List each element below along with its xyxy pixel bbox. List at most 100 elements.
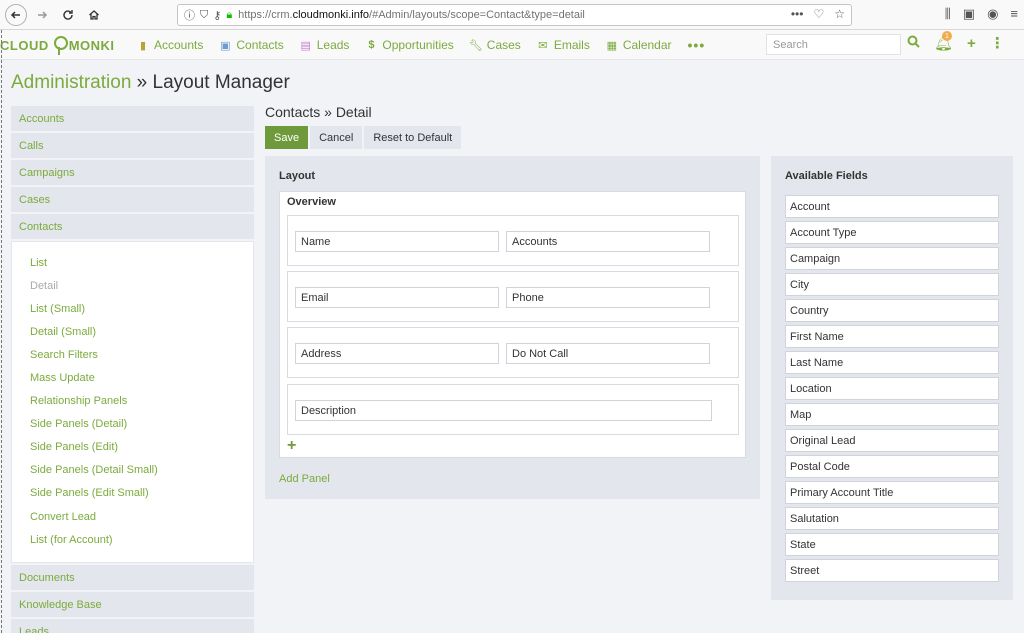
available-field[interactable]: Primary Account Title xyxy=(785,481,999,504)
layout-link-list[interactable]: List xyxy=(30,251,253,274)
contacts-layout-list: List Detail List (Small) Detail (Small) … xyxy=(11,241,254,564)
layout-field-name[interactable]: Name xyxy=(295,231,499,252)
layout-row[interactable]: Name Accounts xyxy=(287,215,739,266)
cancel-button[interactable]: Cancel xyxy=(310,126,363,149)
layout-link-side-panels-detail[interactable]: Side Panels (Detail) xyxy=(30,413,253,436)
layout-link-detail[interactable]: Detail xyxy=(30,274,253,297)
available-field[interactable]: Postal Code xyxy=(785,455,999,478)
available-fields-panel: Available Fields Account Account Type Ca… xyxy=(771,156,1013,600)
reset-to-default-button[interactable]: Reset to Default xyxy=(364,126,462,149)
pocket-icon[interactable]: ♡ xyxy=(813,7,824,21)
nav-accounts[interactable]: ▮ Accounts xyxy=(137,38,203,52)
url-text[interactable]: https://crm.cloudmonki.info/#Admin/layou… xyxy=(238,9,585,21)
layout-link-mass-update[interactable]: Mass Update xyxy=(30,366,253,389)
nav-cases[interactable]: 🔧︎ Cases xyxy=(469,38,521,52)
notification-badge: 1 xyxy=(942,31,952,41)
available-field[interactable]: Country xyxy=(785,299,999,322)
nav-leads[interactable]: ▤ Leads xyxy=(300,38,350,52)
sidebar-item-cases[interactable]: Cases xyxy=(11,187,254,212)
layout-field-email[interactable]: Email xyxy=(295,287,499,308)
available-field[interactable]: State xyxy=(785,533,999,556)
nav-contacts[interactable]: ▣ Contacts xyxy=(219,38,284,52)
nav-label: Calendar xyxy=(622,38,672,52)
reload-button[interactable] xyxy=(57,4,79,26)
layout-link-detail-small[interactable]: Detail (Small) xyxy=(30,320,253,343)
nav-opportunities[interactable]: $ Opportunities xyxy=(365,38,453,52)
layout-field-accounts[interactable]: Accounts xyxy=(506,231,710,252)
sidebar-item-documents[interactable]: Documents xyxy=(11,565,254,591)
home-icon xyxy=(89,9,99,20)
page-actions-icon[interactable]: ••• xyxy=(791,7,804,21)
search-icon[interactable] xyxy=(907,35,920,52)
add-row-plus-icon[interactable]: + xyxy=(287,438,296,454)
save-button[interactable]: Save xyxy=(265,126,309,149)
available-field[interactable]: Last Name xyxy=(785,351,999,374)
add-panel-link[interactable]: Add Panel xyxy=(279,473,330,485)
kebab-menu-icon[interactable]: ⋮ xyxy=(990,34,1005,52)
sidebar-item-leads[interactable]: Leads xyxy=(11,619,254,633)
sidebar-item-calls[interactable]: Calls xyxy=(11,133,254,158)
layout-field-phone[interactable]: Phone xyxy=(506,287,710,308)
layout-link-relationship-panels[interactable]: Relationship Panels xyxy=(30,390,253,413)
id-card-icon: ▤ xyxy=(300,39,311,52)
sidebar-item-accounts[interactable]: Accounts xyxy=(11,106,254,131)
nav-emails[interactable]: ✉ Emails xyxy=(537,38,590,52)
available-field[interactable]: Location xyxy=(785,377,999,400)
sidebar-item-contacts[interactable]: Contacts xyxy=(11,214,254,239)
layout-link-list-for-account[interactable]: List (for Account) xyxy=(30,528,253,551)
layout-field-address[interactable]: Address xyxy=(295,343,499,364)
nav-calendar[interactable]: ▦ Calendar xyxy=(606,38,672,52)
back-button[interactable] xyxy=(5,3,27,26)
available-field[interactable]: Campaign xyxy=(785,247,999,270)
layout-row[interactable]: Email Phone xyxy=(287,271,739,322)
reload-icon xyxy=(63,9,73,20)
notifications-button[interactable]: 🔔︎ 1 xyxy=(934,31,953,52)
address-bar[interactable]: ⓘ ⛉ ⚷ 🔒︎ https://crm.cloudmonki.info/#Ad… xyxy=(177,4,852,26)
building-icon: ▮ xyxy=(139,39,147,52)
overview-panel-title[interactable]: Overview xyxy=(287,196,336,208)
layout-link-side-panels-edit-small[interactable]: Side Panels (Edit Small) xyxy=(30,482,253,505)
bookmark-star-icon[interactable]: ☆ xyxy=(834,7,845,21)
hamburger-menu-icon[interactable]: ≡ xyxy=(1010,6,1018,22)
plus-icon[interactable]: + xyxy=(967,35,976,52)
key-icon[interactable]: ⚷ xyxy=(213,9,221,22)
layout-actions: Save Cancel Reset to Default xyxy=(265,126,462,149)
info-icon[interactable]: ⓘ xyxy=(184,7,195,23)
layout-link-side-panels-edit[interactable]: Side Panels (Edit) xyxy=(30,436,253,459)
logo[interactable]: CLOUD MONKI xyxy=(0,32,115,58)
available-field[interactable]: City xyxy=(785,273,999,296)
layout-link-search-filters[interactable]: Search Filters xyxy=(30,343,253,366)
search-input[interactable]: Search xyxy=(766,34,901,55)
envelope-icon: ✉ xyxy=(538,39,548,52)
sidebar-toggle-icon[interactable]: ▣ xyxy=(963,6,975,22)
sidebar-item-knowledge-base[interactable]: Knowledge Base xyxy=(11,592,254,618)
account-icon[interactable]: ◉ xyxy=(987,6,998,22)
available-field[interactable]: Account Type xyxy=(785,221,999,244)
available-field[interactable]: Salutation xyxy=(785,507,999,530)
layout-link-list-small[interactable]: List (Small) xyxy=(30,297,253,320)
shield-icon[interactable]: ⛉ xyxy=(200,9,208,22)
forward-button[interactable] xyxy=(31,4,53,26)
url-path: /#Admin/layouts/scope=Contact&type=detai… xyxy=(369,9,585,21)
main-nav: ▮ Accounts ▣ Contacts ▤ Leads $ Opportunitie… xyxy=(137,30,705,60)
layout-field-description[interactable]: Description xyxy=(295,400,712,421)
breadcrumb-administration[interactable]: Administration xyxy=(11,72,131,93)
home-button[interactable] xyxy=(83,4,105,26)
sidebar-item-campaigns[interactable]: Campaigns xyxy=(11,160,254,185)
available-field[interactable]: Original Lead xyxy=(785,429,999,452)
available-field[interactable]: Map xyxy=(785,403,999,426)
layout-link-convert-lead[interactable]: Convert Lead xyxy=(30,505,253,528)
entity-sidebar: Accounts Calls Campaigns Cases Contacts … xyxy=(11,106,254,633)
available-field[interactable]: First Name xyxy=(785,325,999,348)
layout-link-side-panels-detail-small[interactable]: Side Panels (Detail Small) xyxy=(30,459,253,482)
overview-panel[interactable]: Overview Name Accounts Email Phone Addre… xyxy=(279,191,746,458)
layout-row[interactable]: Description xyxy=(287,384,739,435)
person-icon: ▣ xyxy=(220,39,231,52)
available-field[interactable]: Street xyxy=(785,559,999,582)
layout-row[interactable]: Address Do Not Call xyxy=(287,327,739,378)
nav-more-button[interactable]: ••• xyxy=(688,37,706,53)
library-icon[interactable]: ⫼ xyxy=(945,6,951,22)
layout-panel: Layout Overview Name Accounts Email Phon… xyxy=(265,156,760,499)
available-field[interactable]: Account xyxy=(785,195,999,218)
layout-field-do-not-call[interactable]: Do Not Call xyxy=(506,343,710,364)
